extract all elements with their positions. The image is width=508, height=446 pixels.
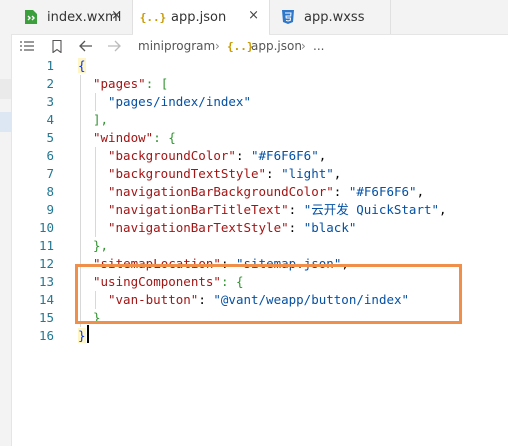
breadcrumb-item[interactable]: miniprogram (138, 38, 215, 54)
indent-guide (95, 147, 96, 237)
sidebar-row[interactable] (0, 79, 11, 99)
line-number: 16 (38, 328, 54, 343)
code-editor[interactable]: { "pages": [ "pages/index/index" ], "win… (78, 57, 508, 446)
code-line: "pages/index/index" (108, 94, 251, 109)
breadcrumb-item[interactable]: ... (313, 38, 324, 54)
highlight-annotation-box (75, 264, 462, 324)
tab-label: app.wxss (304, 9, 365, 25)
code-line: "navigationBarTextStyle": "black" (108, 220, 357, 235)
code-line: "backgroundColor": "#F6F6F6", (108, 148, 327, 163)
line-number: 6 (46, 148, 54, 163)
text-cursor (87, 325, 89, 343)
tab-divider (390, 0, 391, 34)
css-file-icon (280, 9, 296, 25)
line-number: 7 (46, 166, 54, 181)
line-number: 12 (38, 256, 54, 271)
indent-guide (95, 93, 96, 111)
line-number: 1 (46, 58, 54, 73)
code-line: "window": { (93, 130, 176, 145)
breadcrumb-separator: › (301, 39, 306, 53)
json-file-icon: {..} (139, 11, 167, 24)
breadcrumb-separator: › (215, 39, 220, 53)
breadcrumb-item[interactable]: app.json (251, 38, 302, 54)
line-number: 5 (46, 130, 54, 145)
json-file-icon: {..} (227, 39, 254, 53)
line-number-gutter: 1 2 3 4 5 6 7 8 9 10 11 12 13 14 15 16 (11, 57, 59, 446)
close-icon[interactable]: × (248, 8, 259, 23)
tab-app-json[interactable]: {..} app.json × (133, 0, 269, 35)
line-number: 14 (38, 292, 54, 307)
code-line: }, (93, 238, 109, 253)
line-number: 11 (38, 238, 54, 253)
sidebar-row-selected[interactable] (0, 112, 11, 132)
code-line: "backgroundTextStyle": "light", (108, 166, 342, 181)
line-number: 13 (38, 274, 54, 289)
code-line: "navigationBarTitleText": "云开发 QuickStar… (108, 202, 447, 217)
code-line: "navigationBarBackgroundColor": "#F6F6F6… (108, 184, 425, 199)
line-number: 8 (46, 184, 54, 199)
breadcrumb-bar: miniprogram › {..} app.json › ... (11, 35, 508, 57)
code-line: } (78, 328, 86, 343)
line-number: 4 (46, 112, 54, 127)
bookmark-icon[interactable] (52, 38, 62, 54)
editor-tab-bar: index.wxml × {..} app.json × app.wxss (11, 0, 508, 35)
tab-index-wxml[interactable]: index.wxml × (13, 0, 132, 34)
close-icon[interactable]: × (111, 8, 122, 23)
tab-app-wxss[interactable]: app.wxss (270, 0, 390, 34)
line-number: 2 (46, 76, 54, 91)
back-arrow-icon[interactable] (79, 38, 93, 54)
line-number: 10 (38, 220, 54, 235)
code-line: "pages": [ (93, 76, 169, 91)
code-line: ], (93, 112, 109, 127)
forward-arrow-icon[interactable] (107, 38, 121, 54)
wxml-file-icon (23, 9, 39, 25)
code-line: { (78, 58, 86, 73)
line-number: 15 (38, 310, 54, 325)
list-icon[interactable] (20, 38, 34, 54)
line-number: 3 (46, 94, 54, 109)
tab-label: app.json (171, 10, 227, 25)
line-number: 9 (46, 202, 54, 217)
